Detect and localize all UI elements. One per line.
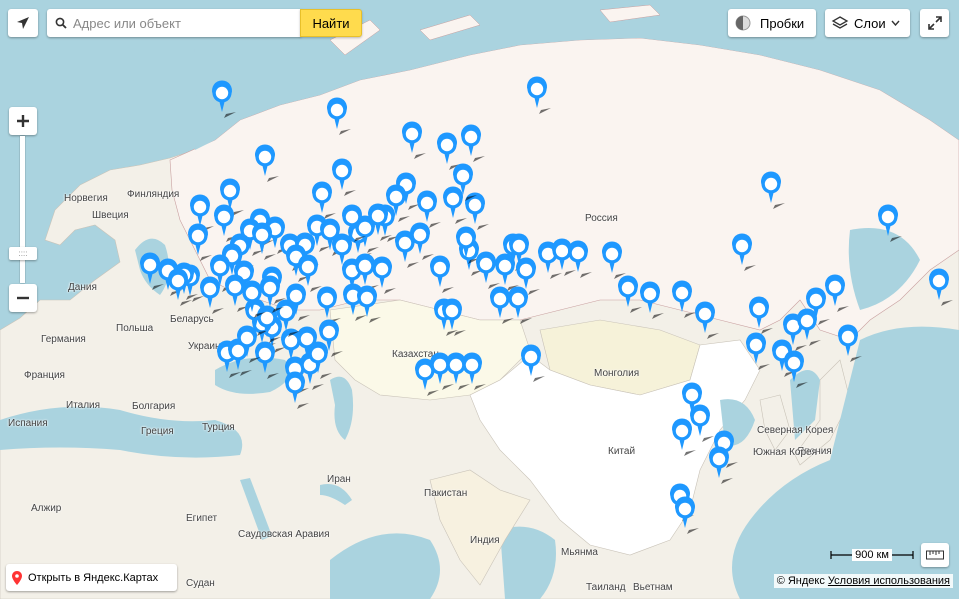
copyright-bar: © Яндекс Условия использования <box>773 574 953 588</box>
scale-label: 900 км <box>852 549 892 561</box>
find-button[interactable]: Найти <box>300 9 362 37</box>
open-in-yandex-maps-label: Открыть в Яндекс.Картах <box>28 571 159 584</box>
chevron-down-icon <box>891 20 900 26</box>
country-label: Иран <box>327 474 351 485</box>
layers-button[interactable]: Слои <box>825 9 910 37</box>
country-label: Мьянма <box>561 547 598 558</box>
country-label: Южная Корея <box>753 447 817 458</box>
search-icon <box>55 17 67 29</box>
country-label: Беларусь <box>170 314 214 325</box>
country-label: Монголия <box>594 368 640 379</box>
country-label: Греция <box>141 426 174 437</box>
country-label: Финляндия <box>127 189 180 200</box>
country-label: Италия <box>66 400 101 411</box>
minus-icon <box>17 296 29 300</box>
zoom-out-button[interactable] <box>9 284 37 312</box>
traffic-light-icon <box>735 15 751 31</box>
fullscreen-button[interactable] <box>920 9 949 37</box>
search-input[interactable] <box>71 14 295 32</box>
country-label: Норвегия <box>64 193 108 204</box>
location-arrow-icon <box>17 17 29 29</box>
geolocation-button[interactable] <box>8 9 38 37</box>
zoom-slider-handle[interactable]: :::: <box>9 247 37 261</box>
country-label: Испания <box>8 418 48 429</box>
country-label: Египет <box>186 513 218 524</box>
ruler-button[interactable] <box>921 543 949 567</box>
traffic-button[interactable]: Пробки <box>728 9 816 37</box>
traffic-label: Пробки <box>760 15 805 31</box>
open-in-yandex-maps-link[interactable]: Открыть в Яндекс.Картах <box>6 564 177 591</box>
country-label: Швеция <box>92 210 129 221</box>
country-label: Дания <box>68 282 97 293</box>
country-label: Северная Корея <box>757 425 834 436</box>
country-label: Франция <box>24 370 65 381</box>
country-label: Саудовская Аравия <box>238 529 330 540</box>
plus-icon <box>17 115 29 127</box>
country-label: Судан <box>186 578 215 589</box>
copyright-label: © Яндекс <box>776 575 825 587</box>
layers-label: Слои <box>854 15 886 31</box>
country-label: Германия <box>41 334 86 345</box>
country-label: Индия <box>470 535 500 546</box>
country-label: Таиланд <box>586 582 626 593</box>
country-label: Россия <box>585 213 618 224</box>
scale-bar: 900 км <box>830 546 914 564</box>
country-label: Китай <box>608 446 636 457</box>
ruler-icon <box>926 550 944 560</box>
terms-link[interactable]: Условия использования <box>828 575 950 587</box>
map-pin-icon <box>12 570 22 585</box>
country-label: Болгария <box>132 401 176 412</box>
expand-icon <box>927 16 942 30</box>
country-label: Алжир <box>31 503 62 514</box>
country-label: Турция <box>202 422 235 433</box>
country-label: Польша <box>116 323 154 334</box>
country-label: Вьетнам <box>633 582 673 593</box>
zoom-in-button[interactable] <box>9 107 37 135</box>
layers-icon <box>831 16 849 29</box>
search-box[interactable] <box>47 9 301 37</box>
zoom-slider-track[interactable] <box>20 136 25 283</box>
country-label: Пакистан <box>424 488 468 499</box>
